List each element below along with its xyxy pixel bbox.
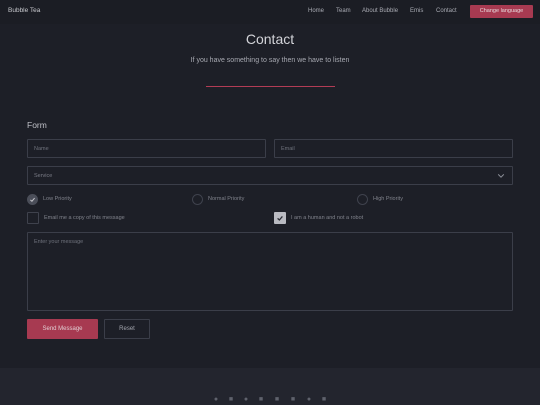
rss-icon[interactable]: ■ [320,396,328,403]
check-icon [277,215,283,221]
page-title: Contact [245,31,295,47]
message-textarea[interactable] [27,232,513,311]
high-priority-label: High Priority [373,196,403,202]
radio-low-priority[interactable] [27,194,38,205]
youtube-icon[interactable]: ■ [289,396,297,403]
check-icon [30,197,35,202]
copy-checkbox-label: Email me a copy of this message [44,215,125,221]
facebook-icon[interactable]: ● [242,396,250,403]
nav-link-home[interactable]: Home [308,8,324,14]
service-select-value: Service [34,173,53,179]
radio-high-priority[interactable] [357,194,368,205]
send-message-button[interactable]: Send Message [27,319,98,339]
normal-priority-label: Normal Priority [208,196,245,202]
chevron-down-icon [497,174,505,178]
human-checkbox-label: I am a human and not a robot [291,215,364,221]
low-priority-label: Low Priority [43,196,72,202]
email-icon[interactable]: ● [305,396,313,403]
nav-link-team[interactable]: Team [336,8,351,14]
linkedin-icon[interactable]: ■ [273,396,281,403]
navbar: Bubble Tea Home Team About Bubble Emis C… [0,0,540,24]
title-divider [206,86,335,87]
radio-normal-priority[interactable] [192,194,203,205]
name-input[interactable] [27,139,266,158]
instagram-icon[interactable]: ■ [257,396,265,403]
nav-link-about[interactable]: About Bubble [362,8,398,14]
nav-link-contact[interactable]: Contact [436,8,457,14]
nav-link-emis[interactable]: Emis [410,8,423,14]
email-input[interactable] [274,139,513,158]
form-heading: Form [27,120,47,130]
twitter-icon[interactable]: ■ [227,396,235,403]
reset-button[interactable]: Reset [104,319,150,339]
service-select[interactable]: Service [27,166,513,185]
github-icon[interactable]: ● [212,396,220,403]
page-subtitle: If you have something to say then we hav… [190,57,350,64]
brand-logo[interactable]: Bubble Tea [8,7,40,14]
footer [0,368,540,405]
copy-checkbox[interactable] [27,212,39,224]
human-checkbox[interactable] [274,212,286,224]
change-language-button[interactable]: Change language [470,5,533,18]
